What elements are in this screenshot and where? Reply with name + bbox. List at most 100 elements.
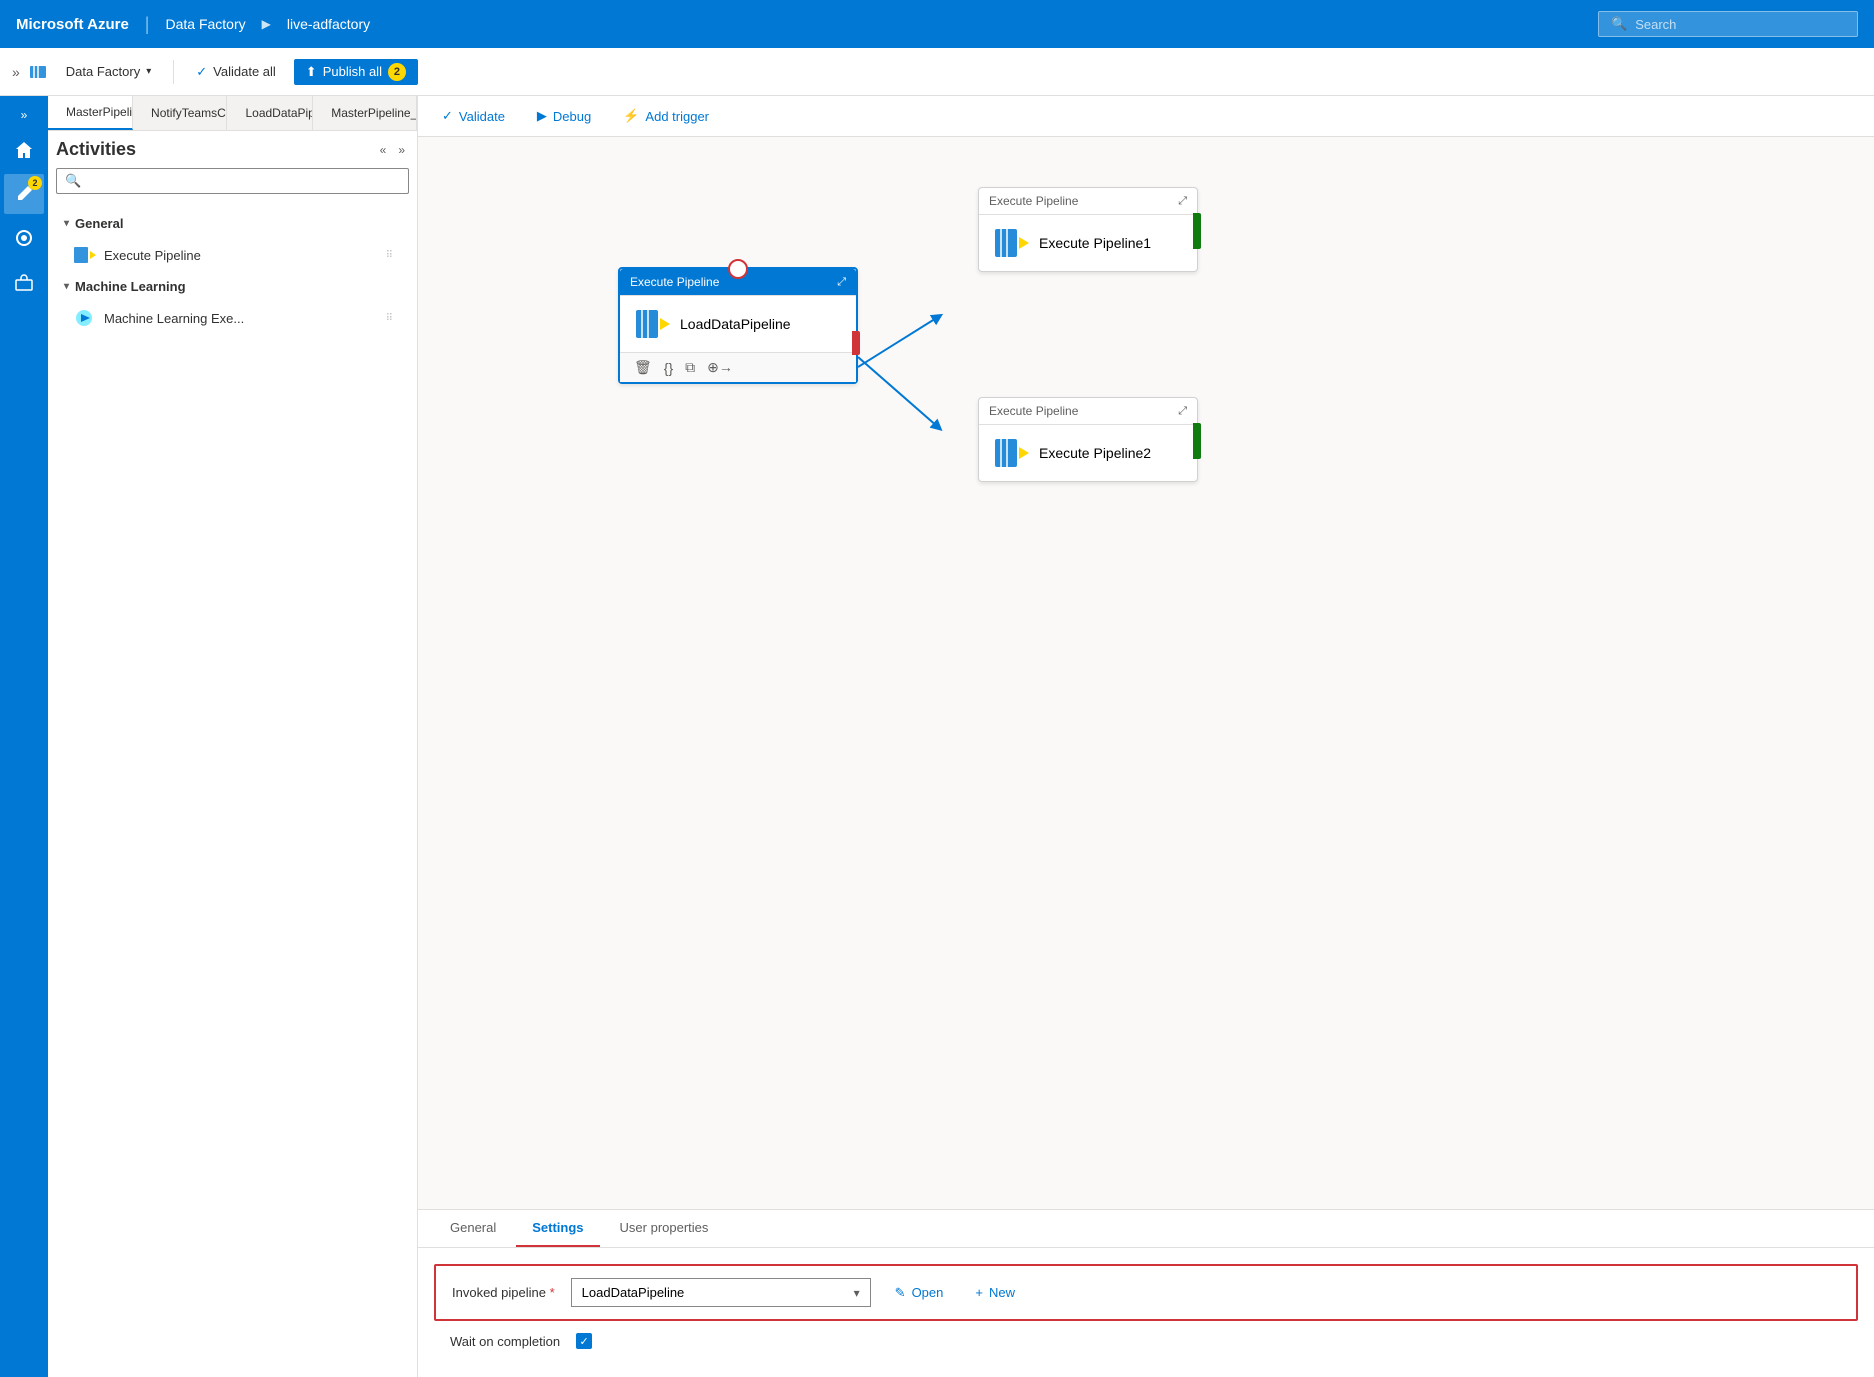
node2-ep-icon <box>993 225 1029 261</box>
category-general[interactable]: ▾ General <box>56 210 409 237</box>
validate-btn-label: Validate <box>459 109 505 124</box>
sidebar-item-author[interactable]: 2 <box>4 174 44 214</box>
nav-sub-label: live-adfactory <box>287 16 370 32</box>
debug-btn[interactable]: ▶ Debug <box>529 104 599 128</box>
df-icon <box>28 62 48 82</box>
node2-ext-link-icon[interactable]: ⤢ <box>1178 195 1187 208</box>
canvas-toolbar: ✓ Validate ▶ Debug ⚡ Add trigger <box>418 96 1874 137</box>
copy-icon[interactable]: ⧉ <box>685 359 695 376</box>
collapse-btn[interactable]: « <box>376 141 391 159</box>
df-label: Data Factory <box>66 64 140 79</box>
open-pipeline-btn[interactable]: ✎ Open <box>887 1281 952 1305</box>
new-pipeline-btn[interactable]: + New <box>967 1281 1023 1304</box>
node3-pipeline[interactable]: Execute Pipeline ⤢ Execute Pipeline2 <box>978 397 1198 482</box>
expand-sidebar-btn[interactable]: » <box>12 64 20 80</box>
node2-header-label: Execute Pipeline <box>989 194 1078 208</box>
node3-header: Execute Pipeline ⤢ <box>979 398 1197 425</box>
ml-drag-handle[interactable]: ⠿ <box>386 313 393 324</box>
validate-all-btn[interactable]: ✓ Validate all <box>186 60 286 84</box>
activities-content: ▾ General Execute Pipeline ⠿ ▾ Machine L… <box>48 202 417 1377</box>
category-ml[interactable]: ▾ Machine Learning <box>56 273 409 300</box>
main-node-body: LoadDataPipeline <box>620 296 856 352</box>
invoked-label-text: Invoked pipeline <box>452 1285 546 1300</box>
publish-label: Publish all <box>323 64 382 79</box>
dropdown-chevron-icon: ▾ <box>854 1286 860 1300</box>
activities-search-input[interactable]: Execute pipeline <box>87 174 400 189</box>
search-icon: 🔍 <box>1611 16 1627 32</box>
nav-df-label[interactable]: Data Factory <box>165 16 245 32</box>
pipeline-tabs: MasterPipeline NotifyTeamsChann... LoadD… <box>48 96 417 131</box>
tab-settings[interactable]: Settings <box>516 1210 599 1247</box>
main-layout: » 2 <box>0 96 1874 1377</box>
validate-icon: ✓ <box>196 64 207 80</box>
node2-body: Execute Pipeline1 <box>979 215 1197 271</box>
nav-arrow: ▶ <box>262 17 271 31</box>
bottom-panel: General Settings User properties Invoked… <box>418 1209 1874 1377</box>
ml-chevron-icon: ▾ <box>64 281 69 292</box>
activity-ml-execute[interactable]: Machine Learning Exe... ⠿ <box>56 300 409 336</box>
main-pipeline-node[interactable]: Execute Pipeline ⤢ LoadDataPipeline 🗑 {} <box>618 267 858 384</box>
tab-user-properties[interactable]: User properties <box>604 1210 725 1247</box>
status-red-bar <box>852 331 860 355</box>
required-star: * <box>550 1285 555 1300</box>
toolbar-separator <box>173 60 174 84</box>
category-general-label: General <box>75 216 123 231</box>
pipeline-select-value: LoadDataPipeline <box>582 1285 685 1300</box>
pipeline-select-dropdown[interactable]: LoadDataPipeline ▾ <box>571 1278 871 1307</box>
drag-handle[interactable]: ⠿ <box>386 250 393 261</box>
execute-pipeline-icon <box>72 243 96 267</box>
search-input[interactable] <box>1635 17 1845 32</box>
publish-badge: 2 <box>388 63 406 81</box>
expand-panel-btn[interactable]: » <box>394 141 409 159</box>
activities-controls: « » <box>376 141 409 159</box>
node2-label: Execute Pipeline1 <box>1039 235 1151 251</box>
tab-loaddata[interactable]: LoadDataPipeline <box>227 96 313 130</box>
nav-separator: | <box>145 14 150 35</box>
tab-master-pipeline[interactable]: MasterPipeline <box>48 96 133 130</box>
connector-2 <box>858 317 978 437</box>
canvas-main: Execute Pipeline ⤢ LoadDataPipeline 🗑 {} <box>418 137 1874 1209</box>
delete-icon[interactable]: 🗑 <box>634 359 652 376</box>
wait-row: Wait on completion ✓ <box>434 1321 1858 1361</box>
plus-icon: + <box>975 1285 983 1300</box>
sidebar-item-monitor[interactable] <box>4 218 44 258</box>
node-red-dot <box>728 259 748 279</box>
publish-all-btn[interactable]: ⬆ Publish all 2 <box>294 59 418 85</box>
code-icon[interactable]: {} <box>664 360 673 376</box>
ml-icon <box>72 306 96 330</box>
node2-pipeline[interactable]: Execute Pipeline ⤢ Execute Pipeline1 <box>978 187 1198 272</box>
node3-label: Execute Pipeline2 <box>1039 445 1151 461</box>
activities-search-box[interactable]: 🔍 Execute pipeline <box>56 168 409 194</box>
wait-checkbox[interactable]: ✓ <box>576 1333 592 1349</box>
search-activities-icon: 🔍 <box>65 173 81 189</box>
sidebar-item-home[interactable] <box>4 130 44 170</box>
validate-btn[interactable]: ✓ Validate <box>434 104 513 128</box>
connector-1 <box>858 307 978 427</box>
sidebar-item-toolbox[interactable] <box>4 262 44 302</box>
category-ml-label: Machine Learning <box>75 279 186 294</box>
activity-execute-pipeline[interactable]: Execute Pipeline ⠿ <box>56 237 409 273</box>
general-chevron-icon: ▾ <box>64 218 69 229</box>
tab-mastercopy[interactable]: MasterPipeline_cop... <box>313 96 417 130</box>
node3-header-label: Execute Pipeline <box>989 404 1078 418</box>
connect-icon[interactable]: ⊕→ <box>707 359 733 376</box>
monitor-icon <box>14 228 34 248</box>
df-dropdown-btn[interactable]: Data Factory ▾ <box>56 60 161 83</box>
external-link-icon[interactable]: ⤢ <box>837 276 846 289</box>
node-actions: 🗑 {} ⧉ ⊕→ <box>620 352 856 382</box>
tab-settings-label: Settings <box>532 1220 583 1235</box>
add-trigger-btn[interactable]: ⚡ Add trigger <box>615 104 717 128</box>
new-btn-label: New <box>989 1285 1015 1300</box>
search-box[interactable]: 🔍 <box>1598 11 1858 37</box>
activities-panel: MasterPipeline NotifyTeamsChann... LoadD… <box>48 96 418 1377</box>
tab-general[interactable]: General <box>434 1210 512 1247</box>
second-toolbar: » Data Factory ▾ ✓ Validate all ⬆ Publis… <box>0 48 1874 96</box>
tab-notify[interactable]: NotifyTeamsChann... <box>133 96 227 130</box>
home-icon <box>14 140 34 160</box>
status-green-bar-1 <box>1193 213 1201 249</box>
main-node-ep-icon <box>634 306 670 342</box>
node3-ext-link-icon[interactable]: ⤢ <box>1178 405 1187 418</box>
expand-btn[interactable]: » <box>17 104 32 126</box>
df-chevron-icon: ▾ <box>146 66 151 77</box>
tab-general-label: General <box>450 1220 496 1235</box>
